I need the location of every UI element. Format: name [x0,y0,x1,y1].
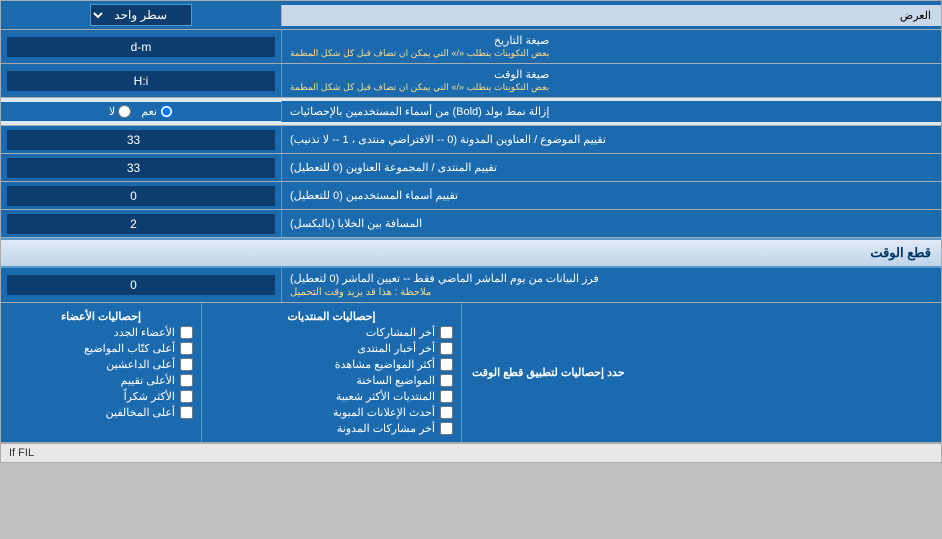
stats-container: حدد إحصاليات لتطبيق قطع الوقت إحصاليات ا… [1,303,941,443]
stat-checkbox-new-members[interactable] [180,326,193,339]
cut-time-note: ملاحظة : هذا قد يزيد وقت التحميل [290,287,431,298]
display-dropdown[interactable]: سطر واحدسطرانثلاثة أسطر [90,4,192,26]
forums-per-page-input-wrap: 33 [1,154,281,181]
posts-stats-col: إحصاليات المنتديات أخر المشاركات أخر أخب… [201,303,461,442]
topics-per-page-field[interactable]: 33 [7,130,275,150]
stat-checkbox-top-posters[interactable] [180,342,193,355]
topics-per-page-input-wrap: 33 [1,126,281,153]
date-format-label: صيغة التاريخبعض التكوينات يتطلب «/» التي… [281,30,941,63]
stat-item-hot-topics[interactable]: المواضيع الساخنة [210,374,453,387]
stat-checkbox-top-violators[interactable] [180,406,193,419]
stat-checkbox-last-posts[interactable] [440,326,453,339]
bold-remove-label: إزالة نمط بولد (Bold) من أسماء المستخدمي… [281,101,941,122]
stat-label-most-viewed: أكثر المواضيع مشاهدة [335,358,435,371]
topics-per-page-label: تقييم الموضوع / العناوين المدونة (0 -- ا… [281,126,941,153]
stat-label-top-rated: الأعلى تقييم [121,374,175,387]
stat-item-new-members[interactable]: الأعضاء الجدد [9,326,193,339]
bold-no-text: لا [109,105,115,118]
time-format-input-wrap: H:i [1,64,281,97]
stat-label-new-members: الأعضاء الجدد [114,326,175,339]
stat-label-top-invites: أعلى الداعشين [106,358,175,371]
cut-time-row: فرز البيانات من يوم الماشر الماضي فقط --… [1,268,941,303]
forums-per-page-label: تقييم المنتدى / المجموعة العناوين (0 للت… [281,154,941,181]
time-format-row: صيغة الوقتبعض التكوينات يتطلب «/» التي ي… [1,64,941,98]
stat-item-top-rated[interactable]: الأعلى تقييم [9,374,193,387]
stat-checkbox-top-invites[interactable] [180,358,193,371]
stat-item-last-posts[interactable]: أخر المشاركات [210,326,453,339]
stat-checkbox-last-news[interactable] [440,342,453,355]
stat-item-top-posters[interactable]: أعلى كتّاب المواضيع [9,342,193,355]
stat-label-top-posters: أعلى كتّاب المواضيع [84,342,175,355]
stat-checkbox-top-rated[interactable] [180,374,193,387]
stat-item-most-thanked[interactable]: الأكثر شكراً [9,390,193,403]
cut-time-header: قطع الوقت [1,238,941,268]
date-format-field[interactable]: d-m [7,37,275,57]
members-stats-title: إحصاليات الأعضاء [9,310,193,323]
stat-item-most-popular[interactable]: المنتديات الأكثر شعبية [210,390,453,403]
stat-label-most-thanked: الأكثر شكراً [124,390,175,403]
bold-remove-input: نعم لا [1,102,281,121]
footer-note: If FIL [1,443,941,462]
stat-checkbox-most-thanked[interactable] [180,390,193,403]
stat-item-last-news[interactable]: أخر أخبار المنتدى [210,342,453,355]
posts-stats-title: إحصاليات المنتديات [210,310,453,323]
bold-remove-row: إزالة نمط بولد (Bold) من أسماء المستخدمي… [1,98,941,126]
stat-checkbox-most-viewed[interactable] [440,358,453,371]
bold-no-radio[interactable] [118,105,131,118]
users-per-page-field[interactable]: 0 [7,186,275,206]
cut-time-field[interactable]: 0 [7,275,275,295]
stat-item-top-violators[interactable]: أعلى المخالفين [9,406,193,419]
bold-no-label[interactable]: لا [109,105,131,118]
topics-per-page-row: تقييم الموضوع / العناوين المدونة (0 -- ا… [1,126,941,154]
cell-spacing-label: المسافة بين الخلايا (بالبكسل) [281,210,941,237]
date-format-row: صيغة التاريخبعض التكوينات يتطلب «/» التي… [1,30,941,64]
cell-spacing-row: المسافة بين الخلايا (بالبكسل) 2 [1,210,941,238]
stat-label-classified-ads: أحدث الإعلانات المبوبة [333,406,435,419]
stat-label-top-violators: أعلى المخالفين [106,406,175,419]
bold-yes-text: نعم [141,105,157,118]
stat-item-classified-ads[interactable]: أحدث الإعلانات المبوبة [210,406,453,419]
cut-time-label: فرز البيانات من يوم الماشر الماضي فقط --… [281,268,941,302]
time-format-label: صيغة الوقتبعض التكوينات يتطلب «/» التي ي… [281,64,941,97]
members-stats-col: إحصاليات الأعضاء الأعضاء الجدد أعلى كتّا… [1,303,201,442]
cell-spacing-field[interactable]: 2 [7,214,275,234]
main-container: العرض سطر واحدسطرانثلاثة أسطر صيغة التار… [0,0,942,463]
bold-yes-radio[interactable] [160,105,173,118]
display-row: العرض سطر واحدسطرانثلاثة أسطر [1,1,941,30]
time-format-field[interactable]: H:i [7,71,275,91]
limit-label-text: حدد إحصاليات لتطبيق قطع الوقت [472,366,625,379]
stat-label-blog-posts: أخر مشاركات المدونة [337,422,435,435]
stat-checkbox-most-popular[interactable] [440,390,453,403]
stat-label-last-posts: أخر المشاركات [366,326,435,339]
stat-item-most-viewed[interactable]: أكثر المواضيع مشاهدة [210,358,453,371]
users-per-page-row: تقييم أسماء المستخدمين (0 للتعطيل) 0 [1,182,941,210]
stat-label-last-news: أخر أخبار المنتدى [357,342,435,355]
stat-checkbox-hot-topics[interactable] [440,374,453,387]
stat-item-blog-posts[interactable]: أخر مشاركات المدونة [210,422,453,435]
stat-label-most-popular: المنتديات الأكثر شعبية [336,390,435,403]
bold-yes-label[interactable]: نعم [141,105,173,118]
stat-checkbox-blog-posts[interactable] [440,422,453,435]
forums-per-page-row: تقييم المنتدى / المجموعة العناوين (0 للت… [1,154,941,182]
display-input: سطر واحدسطرانثلاثة أسطر [1,1,281,29]
display-label: العرض [281,5,941,26]
forums-per-page-field[interactable]: 33 [7,158,275,178]
cut-time-input-wrap: 0 [1,268,281,302]
cell-spacing-input-wrap: 2 [1,210,281,237]
stat-item-top-invites[interactable]: أعلى الداعشين [9,358,193,371]
users-per-page-input-wrap: 0 [1,182,281,209]
date-format-input-wrap: d-m [1,30,281,63]
stat-checkbox-classified-ads[interactable] [440,406,453,419]
users-per-page-label: تقييم أسماء المستخدمين (0 للتعطيل) [281,182,941,209]
limit-label-cell: حدد إحصاليات لتطبيق قطع الوقت [461,303,941,442]
stat-label-hot-topics: المواضيع الساخنة [356,374,435,387]
